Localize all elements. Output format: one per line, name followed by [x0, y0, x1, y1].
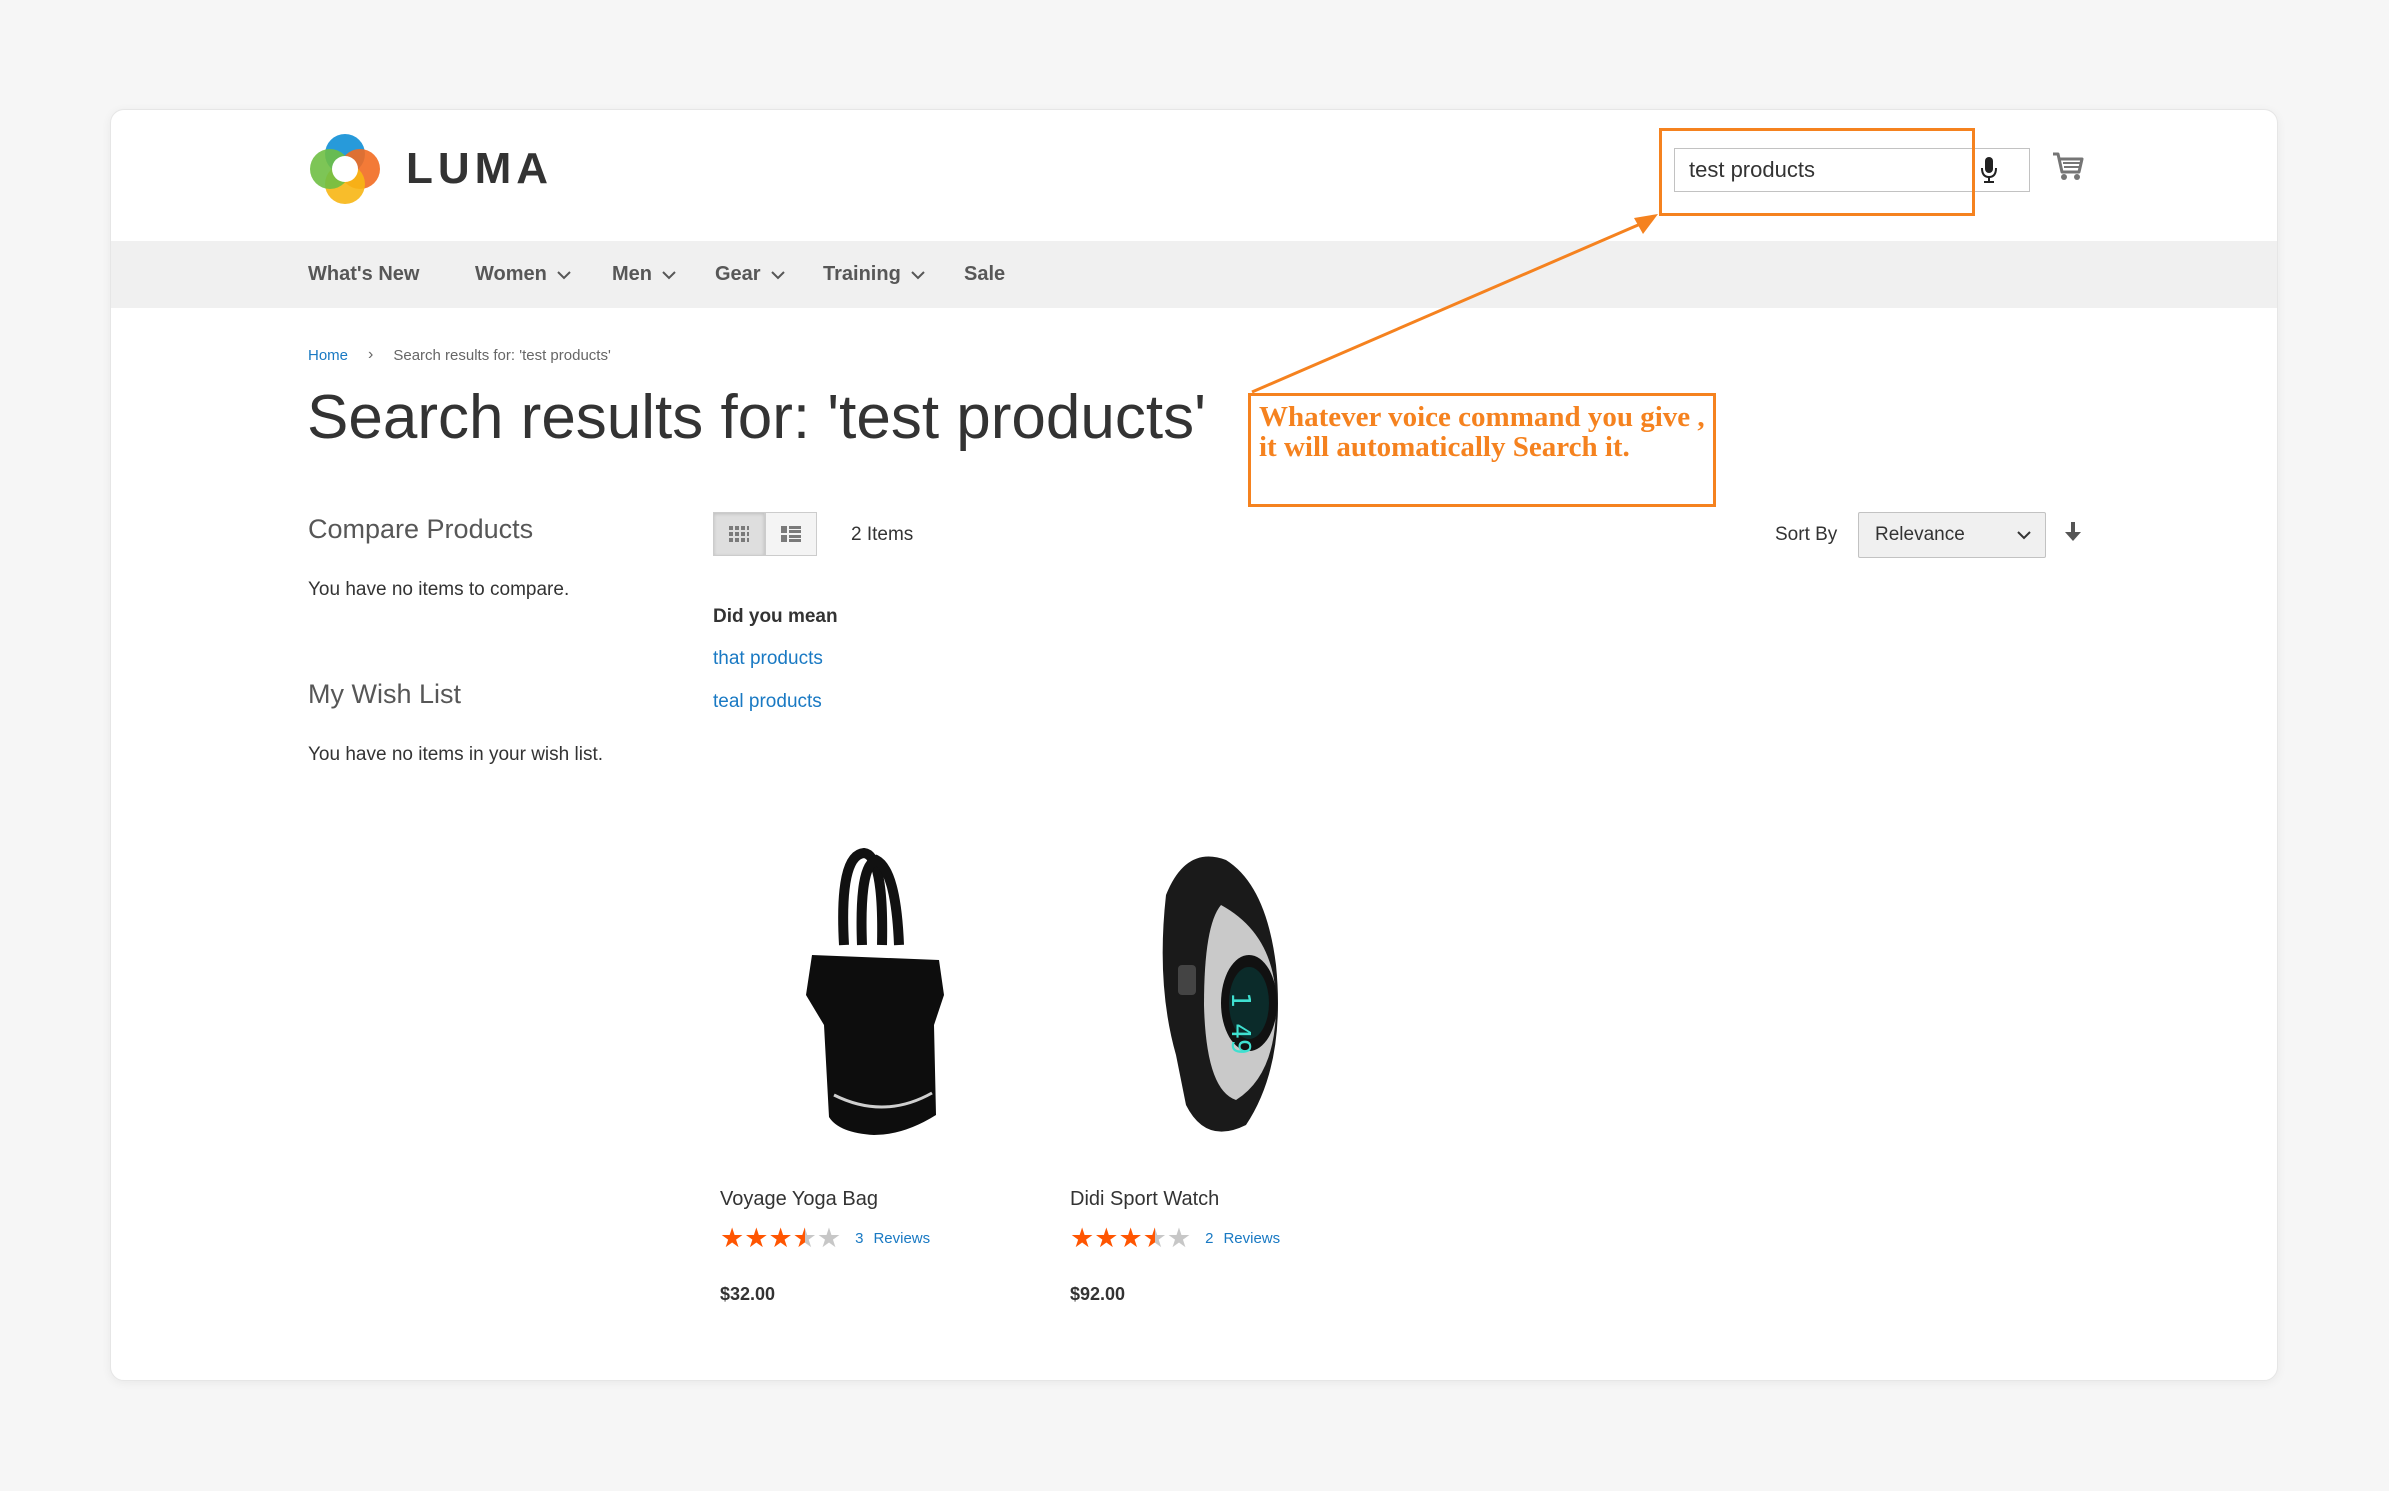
annotation-callout: Whatever voice command you give , it wil… — [1248, 393, 1716, 507]
annotation-arrow-icon — [1251, 214, 1658, 394]
